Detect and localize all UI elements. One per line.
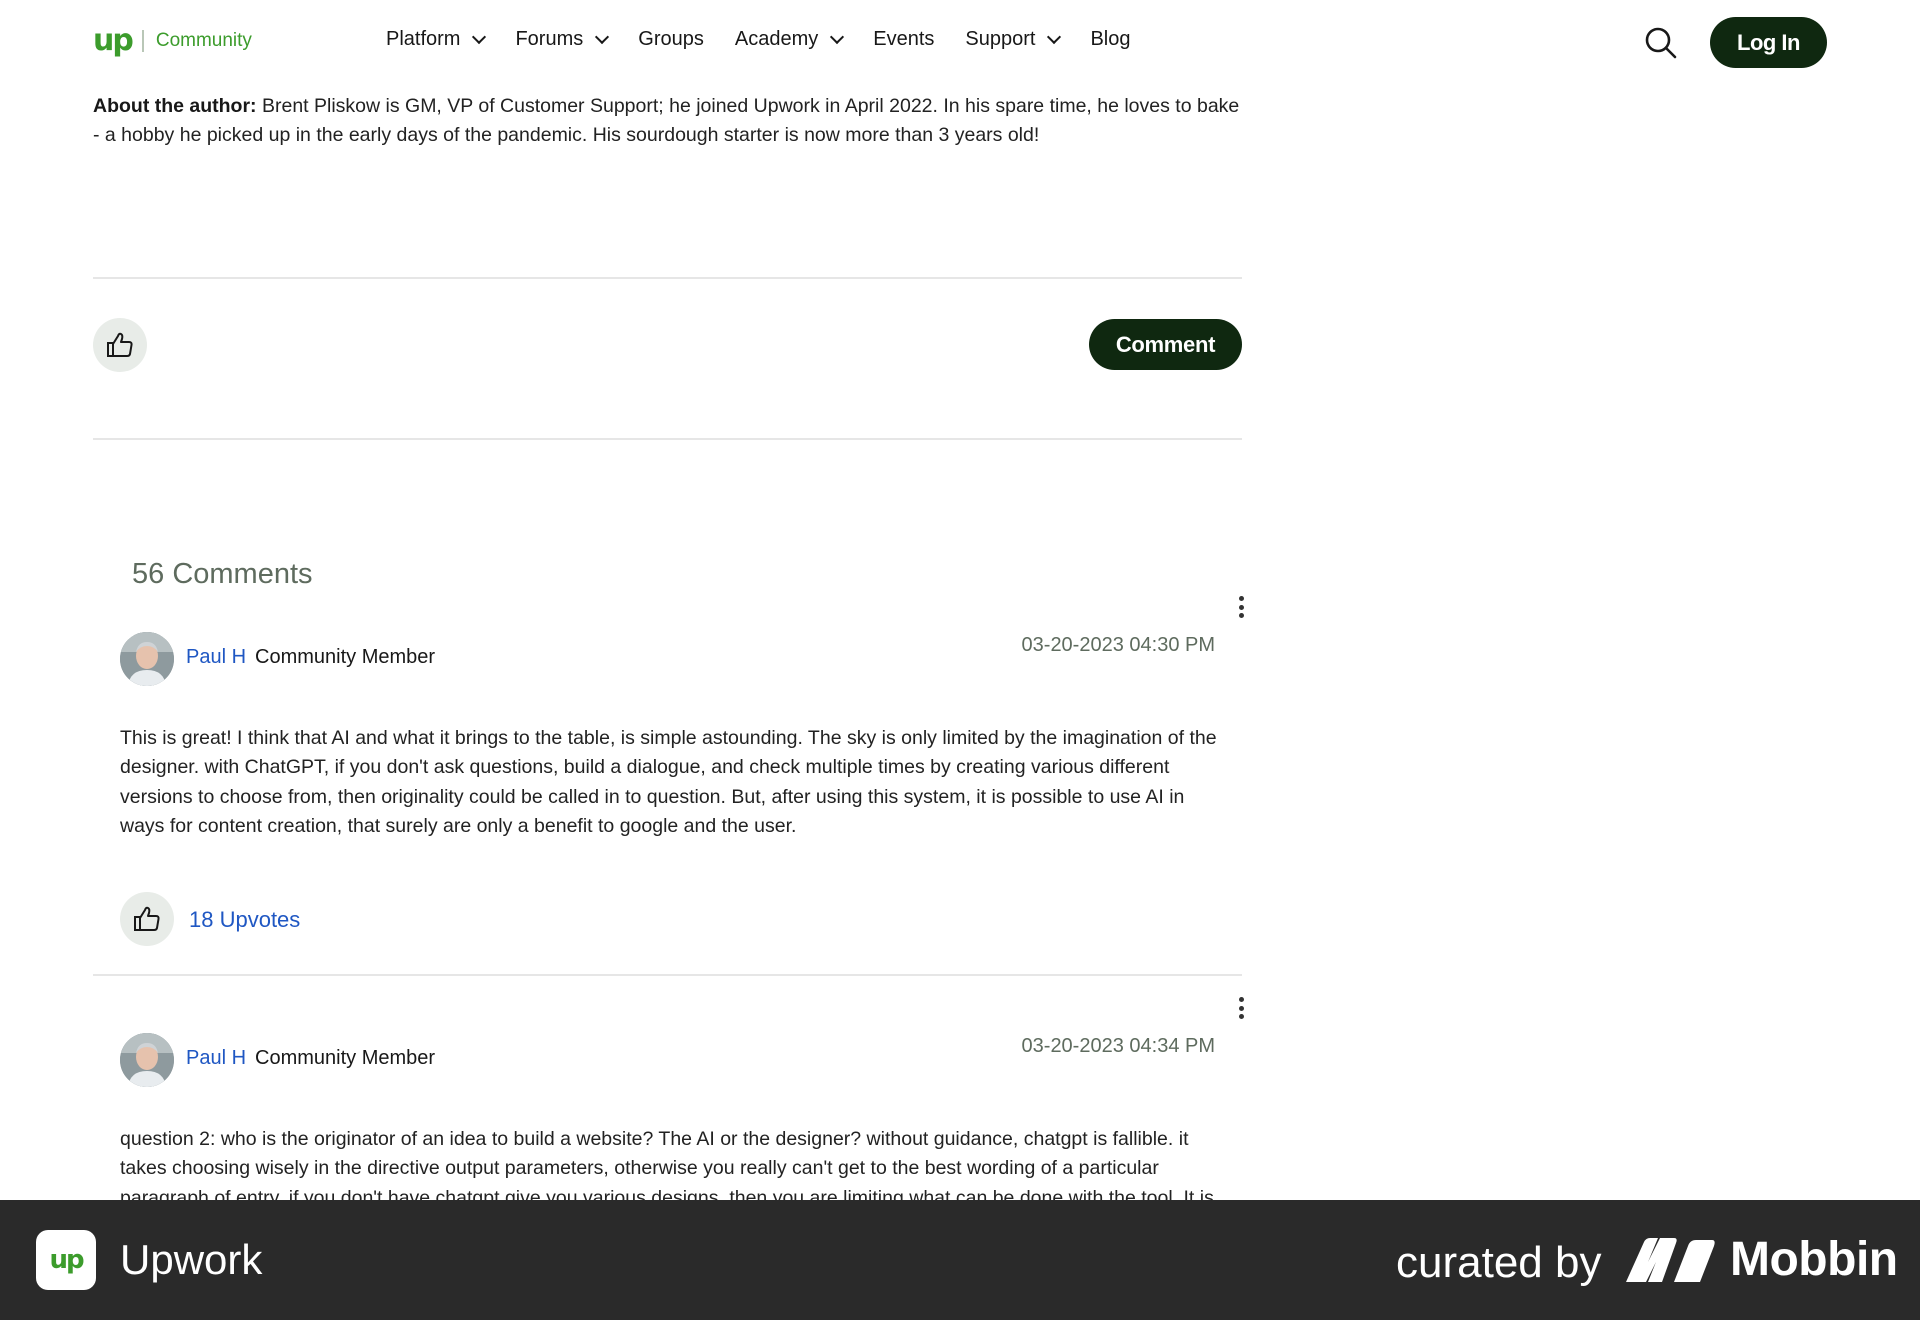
author-rank: Community Member xyxy=(255,1047,436,1069)
mobbin-brand: Mobbin xyxy=(1730,1233,1898,1286)
nav-blog-label: Blog xyxy=(1090,28,1131,50)
comment-timestamp: 03-20-2023 04:30 PM xyxy=(1021,634,1215,656)
nav-support-label: Support xyxy=(965,28,1036,50)
nav-platform-label: Platform xyxy=(386,28,461,50)
more-options-icon[interactable] xyxy=(1231,993,1251,1023)
nav-groups[interactable]: Groups xyxy=(638,28,704,51)
logo-text: Community xyxy=(155,30,252,51)
comment-author[interactable]: Paul H xyxy=(186,1047,246,1070)
divider xyxy=(93,277,1242,279)
nav-platform[interactable]: Platform xyxy=(386,28,487,51)
author-rank: Community Member xyxy=(255,646,436,668)
logo-divider xyxy=(141,30,144,52)
app-name: Upwork xyxy=(120,1236,263,1283)
thumbs-up-icon xyxy=(134,906,160,931)
curated-by-label: curated by xyxy=(1396,1238,1602,1287)
nav-forums[interactable]: Forums xyxy=(515,28,610,51)
comment-button[interactable]: Comment xyxy=(1089,319,1242,370)
about-the-author: About the author: Brent Pliskow is GM, V… xyxy=(93,92,1243,150)
upwork-app-icon: up xyxy=(36,1230,96,1290)
nav-events-label: Events xyxy=(873,28,935,50)
upwork-logo-mark: up xyxy=(93,23,134,58)
nav-forums-label: Forums xyxy=(515,28,584,50)
avatar[interactable] xyxy=(120,1033,174,1087)
comment-author[interactable]: Paul H xyxy=(186,646,246,669)
nav-academy-label: Academy xyxy=(734,28,819,50)
comment-body: This is great! I think that AI and what … xyxy=(120,727,1217,838)
nav-academy[interactable]: Academy xyxy=(734,28,845,51)
community-logo[interactable]: up Community xyxy=(93,24,252,58)
nav-support[interactable]: Support xyxy=(965,28,1062,51)
thumbs-up-icon xyxy=(107,332,133,357)
chevron-down-icon xyxy=(472,29,487,44)
upwork-logo-mark: up xyxy=(49,1245,84,1275)
search-icon[interactable] xyxy=(1644,26,1678,60)
more-options-icon[interactable] xyxy=(1231,592,1251,622)
top-navigation-bar: up Community Platform Forums Groups Acad… xyxy=(0,0,1920,84)
about-text: Brent Pliskow is GM, VP of Customer Supp… xyxy=(93,95,1240,146)
nav-blog[interactable]: Blog xyxy=(1090,28,1130,51)
chevron-down-icon xyxy=(1047,29,1062,44)
upvotes-count[interactable]: 18 Upvotes xyxy=(189,907,300,933)
log-in-button[interactable]: Log In xyxy=(1710,17,1827,68)
main-nav: Platform Forums Groups Academy Events Su… xyxy=(386,28,1161,51)
comment-timestamp: 03-20-2023 04:34 PM xyxy=(1021,1035,1215,1057)
divider xyxy=(93,438,1242,440)
mobbin-logo-icon xyxy=(1626,1238,1715,1282)
comments-count-heading: 56 Comments xyxy=(132,558,313,590)
avatar[interactable] xyxy=(120,632,174,686)
article-like-button[interactable] xyxy=(93,318,147,372)
divider xyxy=(93,974,1242,976)
about-label: About the author: xyxy=(93,95,257,117)
comment-upvote-button[interactable] xyxy=(120,892,174,946)
curation-footer: up Upwork curated by Mobbin xyxy=(0,1200,1920,1320)
chevron-down-icon xyxy=(830,29,845,44)
nav-groups-label: Groups xyxy=(638,28,704,50)
nav-events[interactable]: Events xyxy=(873,28,934,51)
chevron-down-icon xyxy=(595,29,610,44)
